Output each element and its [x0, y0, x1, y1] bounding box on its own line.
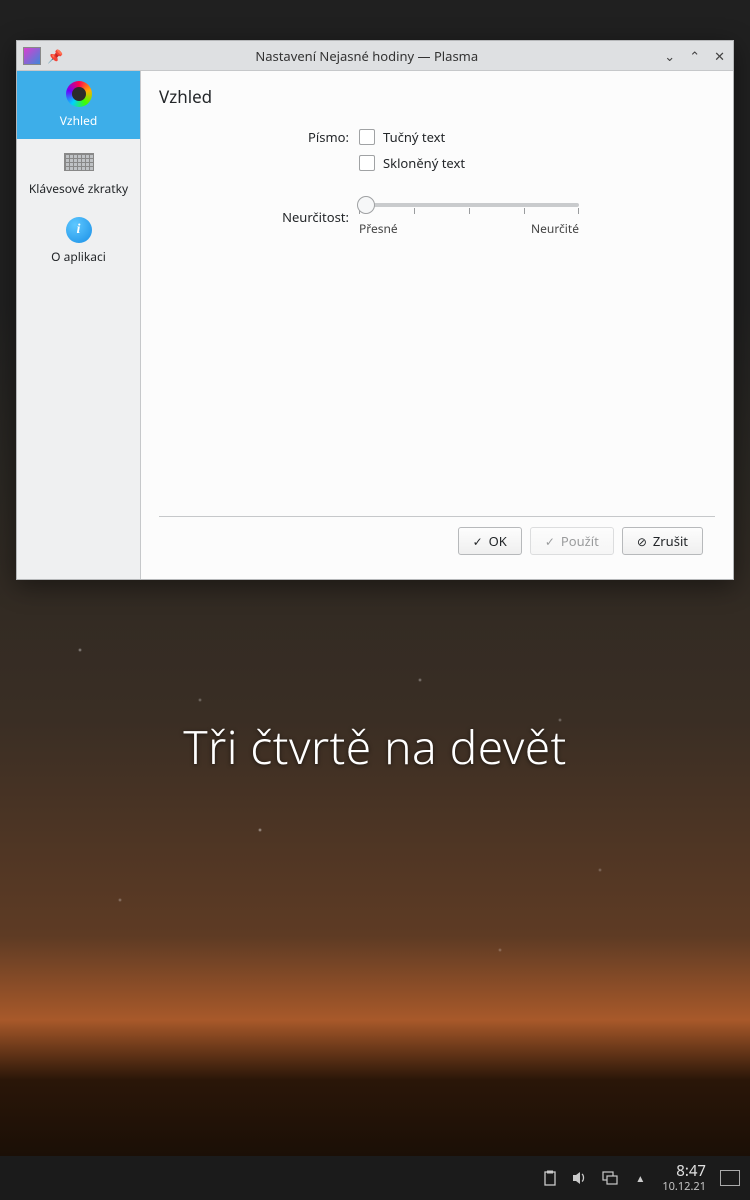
sidebar-item-label: Vzhled: [60, 112, 98, 129]
pin-icon[interactable]: 📌: [47, 47, 63, 65]
keyboard-icon: [64, 153, 94, 171]
settings-window: 📌 Nastavení Nejasné hodiny — Plasma ⌄ ⌃ …: [16, 40, 734, 580]
tray-clock[interactable]: 8:47 10.12.21: [662, 1162, 706, 1193]
app-icon: [23, 47, 41, 65]
appearance-icon: [66, 81, 92, 107]
fuzziness-label: Neurčitost:: [159, 208, 359, 226]
titlebar[interactable]: 📌 Nastavení Nejasné hodiny — Plasma ⌄ ⌃ …: [17, 41, 733, 71]
info-icon: i: [66, 217, 92, 243]
page-heading: Vzhled: [159, 85, 715, 108]
tray-time: 8:47: [662, 1162, 706, 1180]
bold-label: Tučný text: [383, 128, 445, 146]
sidebar-item-label: O aplikaci: [51, 248, 106, 265]
italic-checkbox[interactable]: [359, 155, 375, 171]
maximize-button[interactable]: ⌃: [687, 47, 702, 65]
sidebar-item-appearance[interactable]: Vzhled: [17, 71, 140, 139]
volume-tray-icon[interactable]: [572, 1170, 588, 1186]
bold-checkbox[interactable]: [359, 129, 375, 145]
tray-date: 10.12.21: [662, 1180, 706, 1193]
taskbar: ▲ 8:47 10.12.21: [0, 1156, 750, 1200]
cancel-icon: ⊘: [637, 533, 647, 550]
window-title: Nastavení Nejasné hodiny — Plasma: [71, 47, 662, 65]
fuzzy-clock-text: Tři čtvrtě na devět: [183, 716, 567, 778]
sidebar-item-shortcuts[interactable]: Klávesové zkratky: [17, 139, 140, 207]
show-desktop-button[interactable]: [720, 1170, 740, 1186]
cancel-button[interactable]: ⊘ Zrušit: [622, 527, 703, 555]
italic-label: Skloněný text: [383, 154, 465, 172]
clipboard-tray-icon[interactable]: [542, 1170, 558, 1186]
sidebar: Vzhled Klávesové zkratky i O aplikaci: [17, 71, 141, 579]
slider-handle[interactable]: [357, 196, 375, 214]
close-button[interactable]: ✕: [712, 47, 727, 65]
network-tray-icon[interactable]: [602, 1170, 618, 1186]
fuzziness-max-label: Neurčité: [531, 220, 579, 237]
minimize-button[interactable]: ⌄: [662, 47, 677, 65]
apply-button: ✓ Použít: [530, 527, 614, 555]
content-area: Vzhled Písmo: Tučný text Skloněný text N…: [141, 71, 733, 579]
tray-expand-icon[interactable]: ▲: [632, 1170, 648, 1186]
sidebar-item-about[interactable]: i O aplikaci: [17, 207, 140, 275]
button-bar: ✓ OK ✓ Použít ⊘ Zrušit: [159, 516, 715, 565]
fuzziness-min-label: Přesné: [359, 220, 398, 237]
font-label: Písmo:: [159, 128, 359, 146]
fuzzy-clock-widget[interactable]: Tři čtvrtě na devět: [0, 716, 750, 778]
check-icon: ✓: [545, 533, 555, 550]
sidebar-item-label: Klávesové zkratky: [29, 180, 128, 197]
check-icon: ✓: [473, 533, 483, 550]
desktop: Tři čtvrtě na devět 📌 Nastavení Nejasné …: [0, 0, 750, 1200]
fuzziness-slider[interactable]: [359, 196, 579, 214]
ok-button[interactable]: ✓ OK: [458, 527, 522, 555]
